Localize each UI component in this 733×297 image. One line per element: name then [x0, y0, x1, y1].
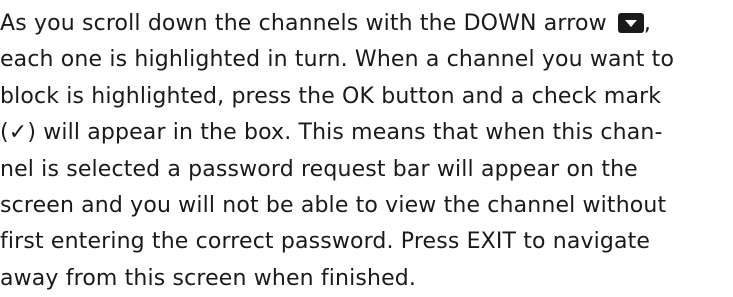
text-line-1-start: As you scroll down the channels with the…	[0, 11, 607, 36]
instruction-page: As you scroll down the channels with the…	[0, 0, 733, 297]
text-line-7: first entering the correct password. Pre…	[0, 229, 651, 255]
text-line-1-end: ,	[643, 11, 652, 36]
text-line-4: (✓) will appear in the box. This means t…	[0, 120, 663, 146]
text-line-2: each one is highlighted in turn. When a …	[0, 47, 675, 73]
text-line-1: As you scroll down the channels with the…	[0, 6, 733, 42]
text-line-3: block is highlighted, press the OK butto…	[0, 83, 662, 109]
instruction-paragraph: As you scroll down the channels with the…	[0, 6, 733, 297]
text-line-6: screen and you will not be able to view …	[0, 192, 667, 218]
down-arrow-button-icon	[617, 13, 644, 33]
text-line-5: nel is selected a password request bar w…	[0, 156, 638, 182]
text-line-8: away from this screen when finished.	[0, 265, 417, 291]
